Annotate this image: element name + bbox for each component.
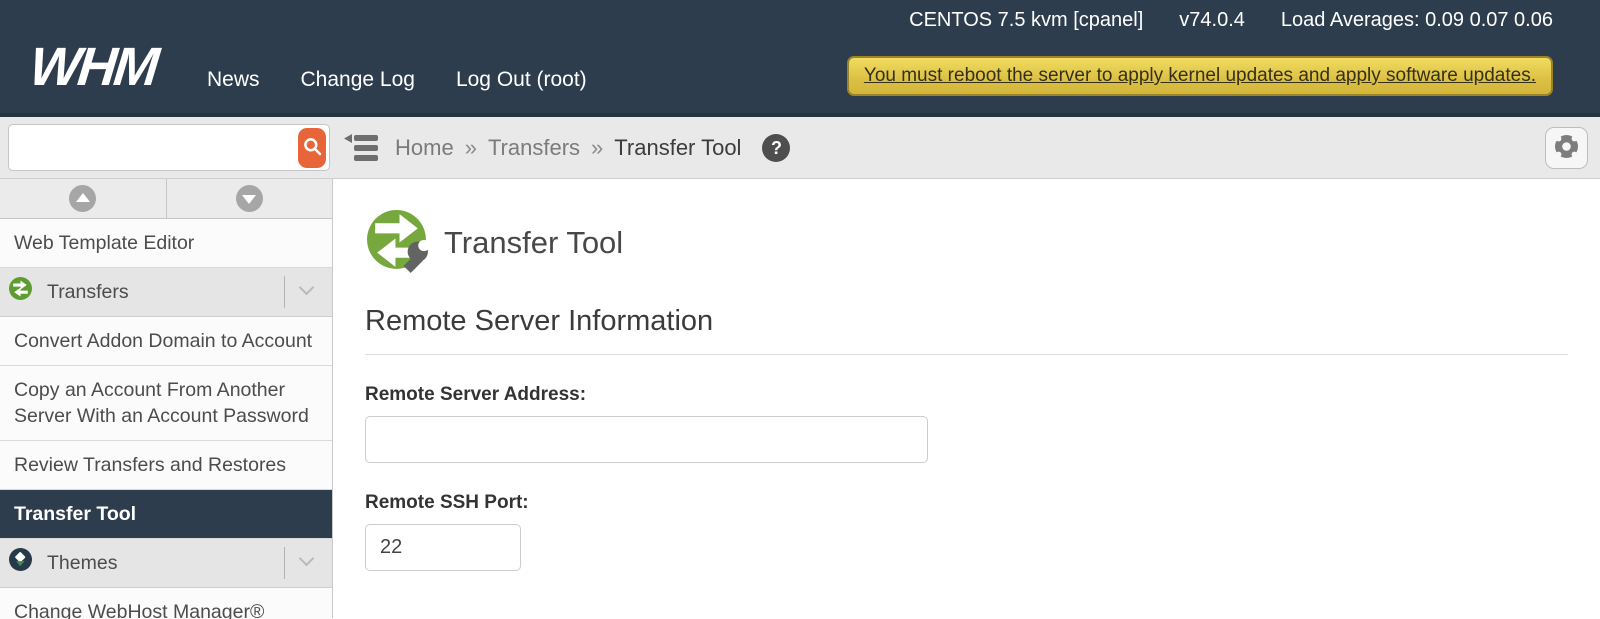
- sidebar: Web Template Editor Transfers Convert Ad…: [0, 179, 333, 618]
- sidebar-scroll-controls: [0, 179, 332, 219]
- search-button[interactable]: [298, 128, 326, 168]
- sidebar-item-review-transfers[interactable]: Review Transfers and Restores: [0, 441, 332, 490]
- remote-server-address-input[interactable]: [365, 416, 928, 463]
- main-content: Transfer Tool Remote Server Information …: [333, 179, 1600, 618]
- support-lifering-icon: [1553, 133, 1580, 163]
- scroll-up-icon: [69, 185, 96, 212]
- breadcrumb-current-page: Transfer Tool: [614, 135, 741, 161]
- page-layout: Web Template Editor Transfers Convert Ad…: [0, 179, 1600, 618]
- nav-news-link[interactable]: News: [207, 69, 260, 90]
- breadcrumb-separator: »: [591, 135, 603, 161]
- remote-ssh-port-label: Remote SSH Port:: [365, 492, 1568, 514]
- sidebar-search: [8, 124, 330, 171]
- sidebar-category-themes[interactable]: Themes: [0, 539, 332, 588]
- reboot-alert-banner[interactable]: You must reboot the server to apply kern…: [847, 56, 1553, 96]
- sidebar-item-transfer-tool[interactable]: Transfer Tool: [0, 490, 332, 539]
- sidebar-item-convert-addon-domain[interactable]: Convert Addon Domain to Account: [0, 317, 332, 366]
- section-title: Remote Server Information: [365, 305, 1568, 355]
- scroll-down-button[interactable]: [167, 179, 333, 218]
- sidebar-collapse-toggle[interactable]: [344, 133, 378, 163]
- whm-version-label: v74.0.4: [1179, 9, 1245, 32]
- nav-logout-link[interactable]: Log Out (root): [456, 69, 587, 90]
- breadcrumb: Home » Transfers » Transfer Tool ?: [395, 117, 790, 179]
- sidebar-item-copy-account[interactable]: Copy an Account From Another Server With…: [0, 366, 332, 441]
- chevron-down-icon[interactable]: [299, 280, 315, 296]
- chevron-down-icon[interactable]: [299, 551, 315, 567]
- themes-icon: [9, 548, 32, 578]
- top-header: CENTOS 7.5 kvm [cpanel] v74.0.4 Load Ave…: [0, 0, 1600, 117]
- scroll-up-button[interactable]: [0, 179, 167, 218]
- breadcrumb-separator: »: [465, 135, 477, 161]
- transfers-icon: [9, 277, 32, 307]
- remote-server-address-label: Remote Server Address:: [365, 384, 1568, 406]
- page-title: Transfer Tool: [444, 225, 623, 261]
- help-icon[interactable]: ?: [762, 134, 790, 162]
- breadcrumb-transfers-link[interactable]: Transfers: [488, 135, 580, 161]
- server-status-bar: CENTOS 7.5 kvm [cpanel] v74.0.4 Load Ave…: [909, 9, 1553, 32]
- support-button[interactable]: [1545, 127, 1588, 169]
- search-input[interactable]: [9, 125, 298, 170]
- nav-changelog-link[interactable]: Change Log: [301, 69, 415, 90]
- category-divider: [284, 547, 285, 579]
- sidebar-category-label: Transfers: [47, 280, 129, 305]
- header-nav: News Change Log Log Out (root): [207, 69, 587, 90]
- server-os-label: CENTOS 7.5 kvm [cpanel]: [909, 9, 1143, 32]
- sidebar-item-change-whm-theme[interactable]: Change WebHost Manager® Theme: [0, 588, 332, 619]
- remote-ssh-port-input[interactable]: [365, 524, 521, 571]
- scroll-down-icon: [236, 185, 263, 212]
- whm-logo[interactable]: WHM: [27, 40, 159, 94]
- page-header: Transfer Tool: [365, 207, 1568, 279]
- transfer-tool-icon: [365, 207, 432, 279]
- sidebar-category-transfers[interactable]: Transfers: [0, 268, 332, 317]
- breadcrumb-bar: Home » Transfers » Transfer Tool ?: [0, 117, 1600, 179]
- category-divider: [284, 276, 285, 308]
- breadcrumb-home-link[interactable]: Home: [395, 135, 454, 161]
- sidebar-category-label: Themes: [47, 551, 117, 576]
- load-averages-label: Load Averages: 0.09 0.07 0.06: [1281, 9, 1553, 32]
- sidebar-item-web-template-editor[interactable]: Web Template Editor: [0, 219, 332, 268]
- search-icon: [302, 136, 323, 160]
- sidebar-collapse-icon: [344, 151, 378, 166]
